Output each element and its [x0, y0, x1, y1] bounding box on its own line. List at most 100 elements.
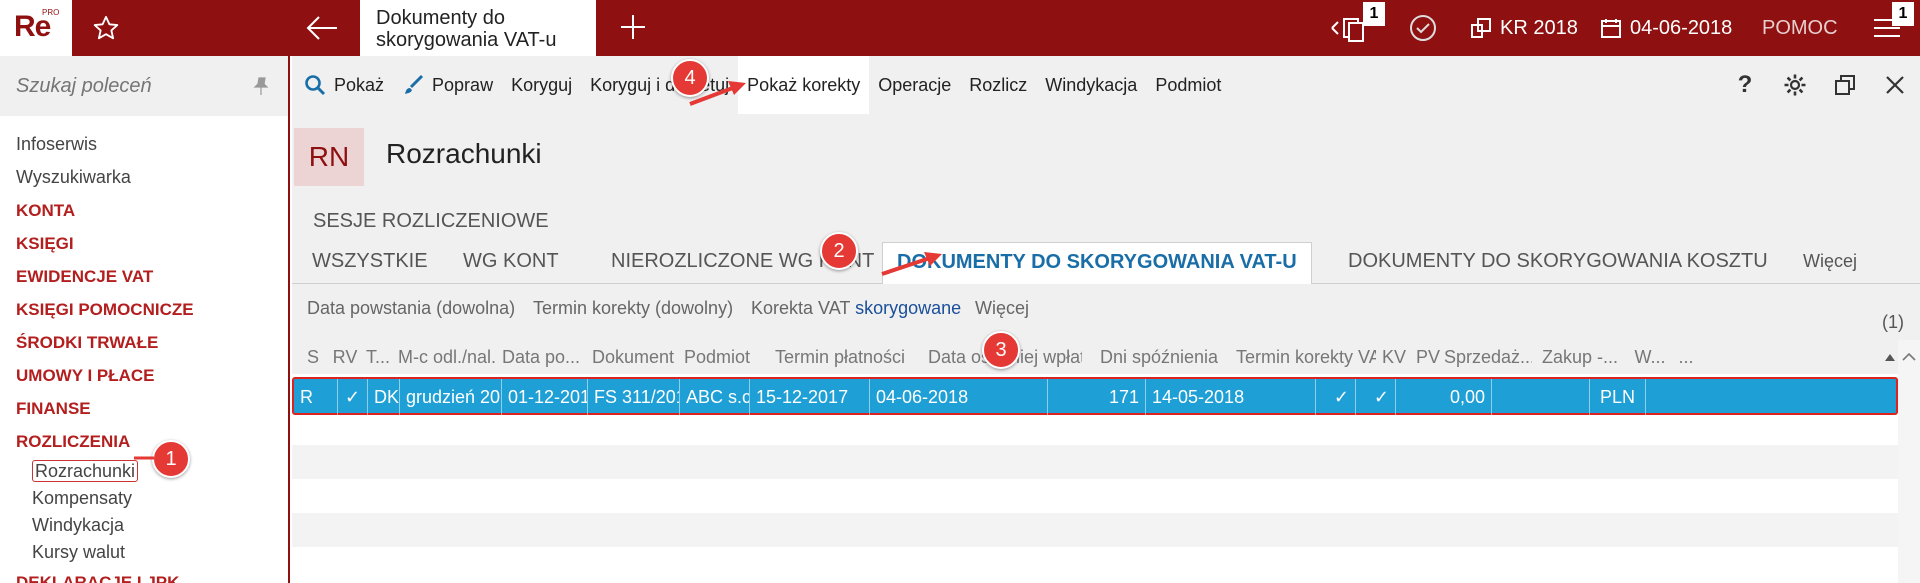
year-selector[interactable]: KR 2018: [1470, 0, 1578, 56]
star-icon[interactable]: [92, 14, 120, 42]
operations-button[interactable]: Operacje: [869, 56, 960, 114]
record-count: (1): [1882, 312, 1904, 332]
search-icon: [305, 75, 326, 96]
close-icon[interactable]: [1870, 56, 1920, 114]
show-corrections-button[interactable]: Pokaż korekty: [738, 56, 870, 114]
tab-vat-correction-documents[interactable]: DOKUMENTY DO SKORYGOWANIA VAT-U: [882, 242, 1312, 285]
cell-dni: 171: [1048, 379, 1146, 415]
sidebar-item-finanse[interactable]: FINANSE: [0, 392, 288, 425]
document-tab[interactable]: Dokumenty do skorygowania VAT-u: [360, 0, 596, 56]
restore-window-icon[interactable]: [1820, 56, 1870, 114]
sidebar-item-label: Kompensaty: [32, 488, 133, 508]
filter-correction-deadline[interactable]: Termin korekty (dowolny): [533, 298, 733, 319]
sidebar-item-ksiegi-pomocnicze[interactable]: KSIĘGI POMOCNICZE: [0, 293, 288, 326]
column-header[interactable]: T...: [360, 340, 396, 374]
filter-vat-correction-value: skorygowane: [855, 298, 962, 318]
cell-waluta: PLN: [1590, 379, 1646, 415]
filter-bar: Data powstania (dowolna) Termin korekty …: [292, 284, 1920, 340]
year-label: KR 2018: [1500, 16, 1578, 39]
column-header[interactable]: M-c odl./nal.: [396, 340, 498, 374]
company-icon: [1471, 18, 1491, 38]
debt-collection-button[interactable]: Windykacja: [1036, 56, 1146, 114]
help-icon[interactable]: ?: [1720, 56, 1770, 114]
sidebar-item-srodki-trwale[interactable]: ŚRODKI TRWAŁE: [0, 326, 288, 359]
pin-icon[interactable]: [252, 76, 270, 96]
search-input[interactable]: [16, 74, 246, 98]
cell-sprzedaz: 0,00: [1396, 379, 1492, 415]
sidebar-item-ksiegi[interactable]: KSIĘGI: [0, 227, 288, 260]
cell-termin-korekty: 14-05-2018: [1146, 379, 1316, 415]
annotation-marker-2: 2: [820, 232, 858, 270]
tab-by-account[interactable]: WG KONT: [449, 242, 573, 284]
filter-more[interactable]: Więcej: [975, 298, 1029, 319]
sidebar-item-deklaracje-i-jpk[interactable]: DEKLARACJE I JPK: [0, 566, 288, 583]
app-window: Re PRO Dokumenty do skorygowania VAT-u 1…: [0, 0, 1920, 583]
edit-label: Popraw: [432, 74, 494, 95]
empty-row: [292, 445, 1898, 479]
app-logo[interactable]: Re PRO: [0, 0, 72, 56]
cell-s: R: [294, 379, 338, 415]
cell-data-wplaty: 04-06-2018: [870, 379, 1048, 415]
sidebar-item-label: ROZLICZENIA: [16, 432, 131, 451]
column-header[interactable]: W...: [1628, 340, 1672, 374]
column-header[interactable]: Sprzedaż...: [1444, 340, 1532, 374]
sidebar-item-ewidencje-vat[interactable]: EWIDENCJE VAT: [0, 260, 288, 293]
empty-row: [292, 513, 1898, 547]
column-header[interactable]: Dokument: [584, 340, 682, 374]
sidebar-item-umowy-i-place[interactable]: UMOWY I PŁACE: [0, 359, 288, 392]
help-icon-label: ?: [1737, 71, 1753, 98]
column-header[interactable]: Data po...: [498, 340, 584, 374]
column-header[interactable]: Zakup -...: [1532, 340, 1628, 374]
vertical-scrollbar[interactable]: [1898, 340, 1920, 583]
settle-button[interactable]: Rozlicz: [960, 56, 1036, 114]
column-header[interactable]: S: [298, 340, 328, 374]
plus-icon[interactable]: [618, 12, 648, 42]
help-button[interactable]: POMOC: [1762, 0, 1838, 56]
counterparty-button[interactable]: Podmiot: [1146, 56, 1230, 114]
help-label: POMOC: [1762, 16, 1838, 39]
annotation-connector-1: [134, 456, 154, 460]
table-row[interactable]: R✓DKgrudzień 201701-12-2017FS 311/2018AB…: [292, 377, 1898, 415]
column-header[interactable]: Termin płatności: [752, 340, 928, 374]
column-header[interactable]: KV: [1376, 340, 1412, 374]
settle-label: Rozlicz: [969, 74, 1028, 95]
sidebar-item-infoserwis[interactable]: Infoserwis: [0, 128, 288, 161]
column-header[interactable]: Termin korekty VAT: [1236, 340, 1376, 374]
calendar-icon: [1601, 19, 1621, 38]
show-button[interactable]: Pokaż: [295, 56, 393, 114]
tasks-button[interactable]: [1408, 0, 1438, 56]
sort-ascending-icon[interactable]: [1884, 352, 1896, 362]
gear-icon[interactable]: [1770, 56, 1820, 114]
sidebar-item-kompensaty[interactable]: Kompensaty: [0, 485, 288, 512]
sidebar-search: [0, 56, 288, 116]
chevron-up-icon[interactable]: [1898, 347, 1920, 367]
sidebar-item-label: DEKLARACJE I JPK: [16, 573, 180, 583]
sidebar-item-wyszukiwarka[interactable]: Wyszukiwarka: [0, 161, 288, 194]
column-header[interactable]: ...: [1672, 340, 1700, 374]
tab-more[interactable]: Więcej: [1789, 242, 1871, 284]
annotation-marker-3: 3: [982, 331, 1020, 369]
column-header[interactable]: Dni spóźnienia: [1082, 340, 1236, 374]
back-arrow-icon[interactable]: [305, 14, 339, 42]
date-selector[interactable]: 04-06-2018: [1600, 0, 1732, 56]
tab-all[interactable]: WSZYSTKIE: [298, 242, 442, 284]
brush-icon: [405, 74, 424, 94]
filter-vat-correction[interactable]: Korekta VAT skorygowane: [751, 298, 961, 319]
annotation-arrow-2: [881, 252, 942, 276]
top-bar: Re PRO Dokumenty do skorygowania VAT-u 1…: [0, 0, 1920, 56]
debt-collection-label: Windykacja: [1045, 74, 1138, 95]
cell-data-po: 01-12-2017: [502, 379, 588, 415]
filter-created-date[interactable]: Data powstania (dowolna): [307, 298, 515, 319]
sidebar-item-windykacja[interactable]: Windykacja: [0, 512, 288, 539]
sidebar-item-konta[interactable]: KONTA: [0, 194, 288, 227]
column-header[interactable]: PV: [1412, 340, 1444, 374]
tab-cost-correction-documents[interactable]: DOKUMENTY DO SKORYGOWANIA KOSZTU: [1334, 242, 1782, 284]
column-header[interactable]: RV: [330, 340, 360, 374]
edit-button[interactable]: Popraw: [393, 56, 502, 114]
column-header[interactable]: Podmiot: [682, 340, 752, 374]
sidebar-item-label: FINANSE: [16, 399, 91, 418]
sidebar-item-label: Infoserwis: [16, 134, 98, 154]
sidebar-item-kursy-walut[interactable]: Kursy walut: [0, 539, 288, 566]
correct-button[interactable]: Koryguj: [502, 56, 581, 114]
cell-zakup: [1492, 379, 1590, 415]
